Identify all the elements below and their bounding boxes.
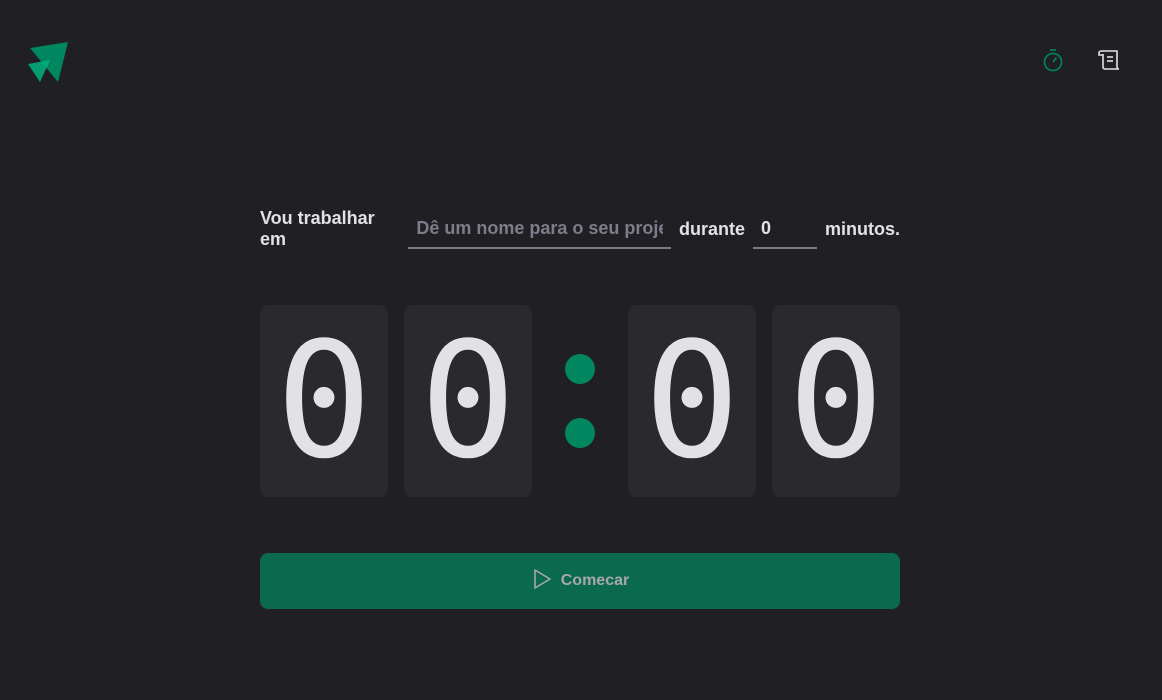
logo-icon <box>28 42 70 84</box>
countdown-separator <box>548 305 612 497</box>
app-header <box>0 0 1162 120</box>
minutes-suffix: minutos. <box>825 218 900 239</box>
minutes-ones-digit: 0 <box>404 305 532 497</box>
task-label: Vou trabalhar em <box>260 208 375 249</box>
separator-dot-top <box>565 354 595 384</box>
header-nav <box>1040 48 1122 76</box>
history-nav-link[interactable] <box>1096 48 1122 76</box>
project-name-input[interactable] <box>408 209 671 249</box>
during-label: durante <box>678 218 745 239</box>
task-form: Vou trabalhar em durante minutos. <box>260 208 900 250</box>
seconds-ones-digit: 0 <box>772 305 900 497</box>
countdown-display: 0 0 0 0 <box>260 305 900 497</box>
seconds-tens-digit: 0 <box>628 305 756 497</box>
minutes-tens-digit: 0 <box>260 305 388 497</box>
timer-nav-link[interactable] <box>1040 48 1066 76</box>
scroll-icon <box>1097 49 1121 76</box>
separator-dot-bottom <box>565 418 595 448</box>
minutes-input[interactable] <box>753 209 817 249</box>
play-icon <box>531 568 553 595</box>
start-button-label: Comecar <box>560 572 630 589</box>
start-button[interactable]: Comecar <box>260 553 900 609</box>
timer-icon <box>1042 48 1064 77</box>
